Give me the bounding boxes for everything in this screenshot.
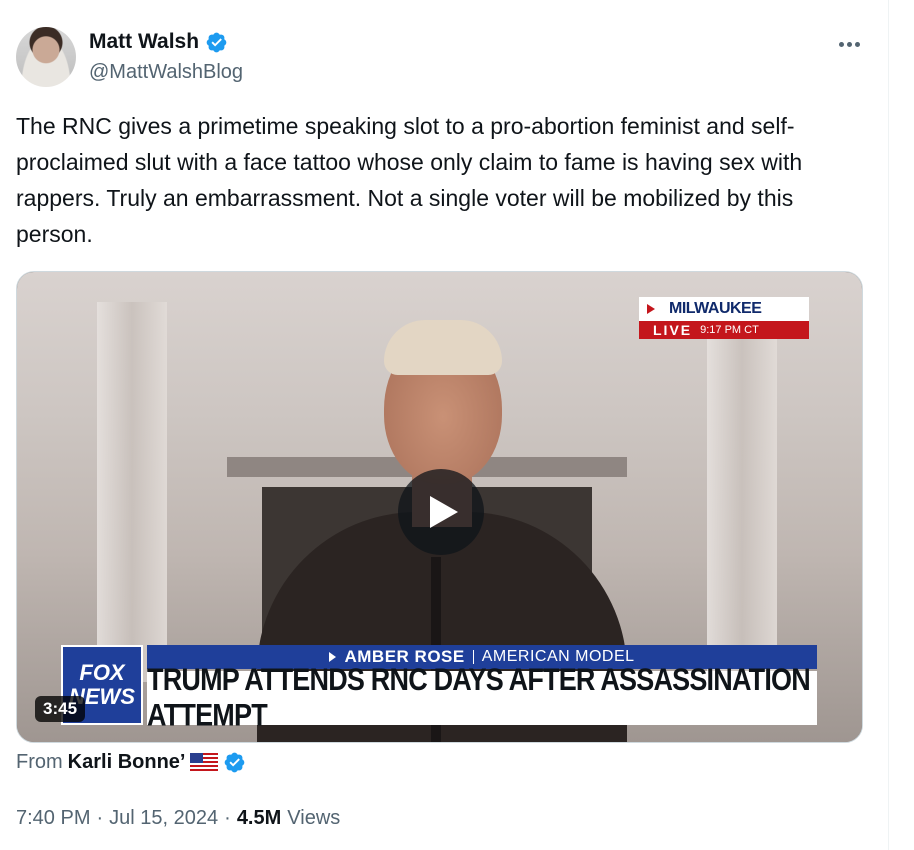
video-pillar-left [97,302,167,682]
tweet-card: Matt Walsh @MattWalshBlog The RNC gives … [0,0,889,850]
chyron-arrow-icon [329,652,337,662]
source-prefix: From [16,751,63,773]
video-player[interactable]: MILWAUKEE LIVE 9:17 PM CT FOX NEWS AMBER… [16,271,863,743]
play-icon [430,496,458,528]
source-name[interactable]: Karli Bonne’ [68,751,186,774]
meta-separator-1: · [96,807,104,829]
views-label: Views [287,807,341,829]
source-verified-badge-icon [225,752,245,773]
tweet-date[interactable]: Jul 15, 2024 [109,807,218,830]
tweet-meta: 7:40 PM · Jul 15, 2024 · 4.5M Views [16,807,340,830]
views-count: 4.5M [236,807,282,829]
verified-badge-icon [206,32,227,52]
author-handle[interactable]: @MattWalshBlog [89,61,243,84]
author-display-name[interactable]: Matt Walsh [89,30,199,54]
play-button[interactable] [398,469,484,555]
location-time: 9:17 PM CT [700,324,759,336]
chyron-headline: TRUMP ATTENDS RNC DAYS AFTER ASSASSINATI… [147,662,811,733]
location-city: MILWAUKEE [669,300,762,317]
video-duration: 3:45 [35,696,86,722]
network-logo-line1: FOX [79,660,125,685]
location-arrow-icon [647,304,655,314]
us-flag-icon [190,752,219,773]
author-avatar[interactable] [16,27,76,87]
video-source: From Karli Bonne’ [16,751,246,774]
meta-separator-2: · [224,807,231,829]
live-label: LIVE [653,322,693,338]
news-chyron: FOX NEWS AMBER ROSE AMERICAN MODEL TRUMP… [61,645,821,733]
more-options-icon[interactable] [834,34,864,54]
video-pillar-right [707,302,777,682]
tweet-text: The RNC gives a primetime speaking slot … [16,113,803,247]
author-name-row: Matt Walsh [89,30,228,54]
chyron-headline-box: TRUMP ATTENDS RNC DAYS AFTER ASSASSINATI… [147,662,817,733]
location-bug: MILWAUKEE LIVE 9:17 PM CT [639,297,809,341]
speaker-hair [384,320,502,375]
tweet-time[interactable]: 7:40 PM [16,807,90,830]
